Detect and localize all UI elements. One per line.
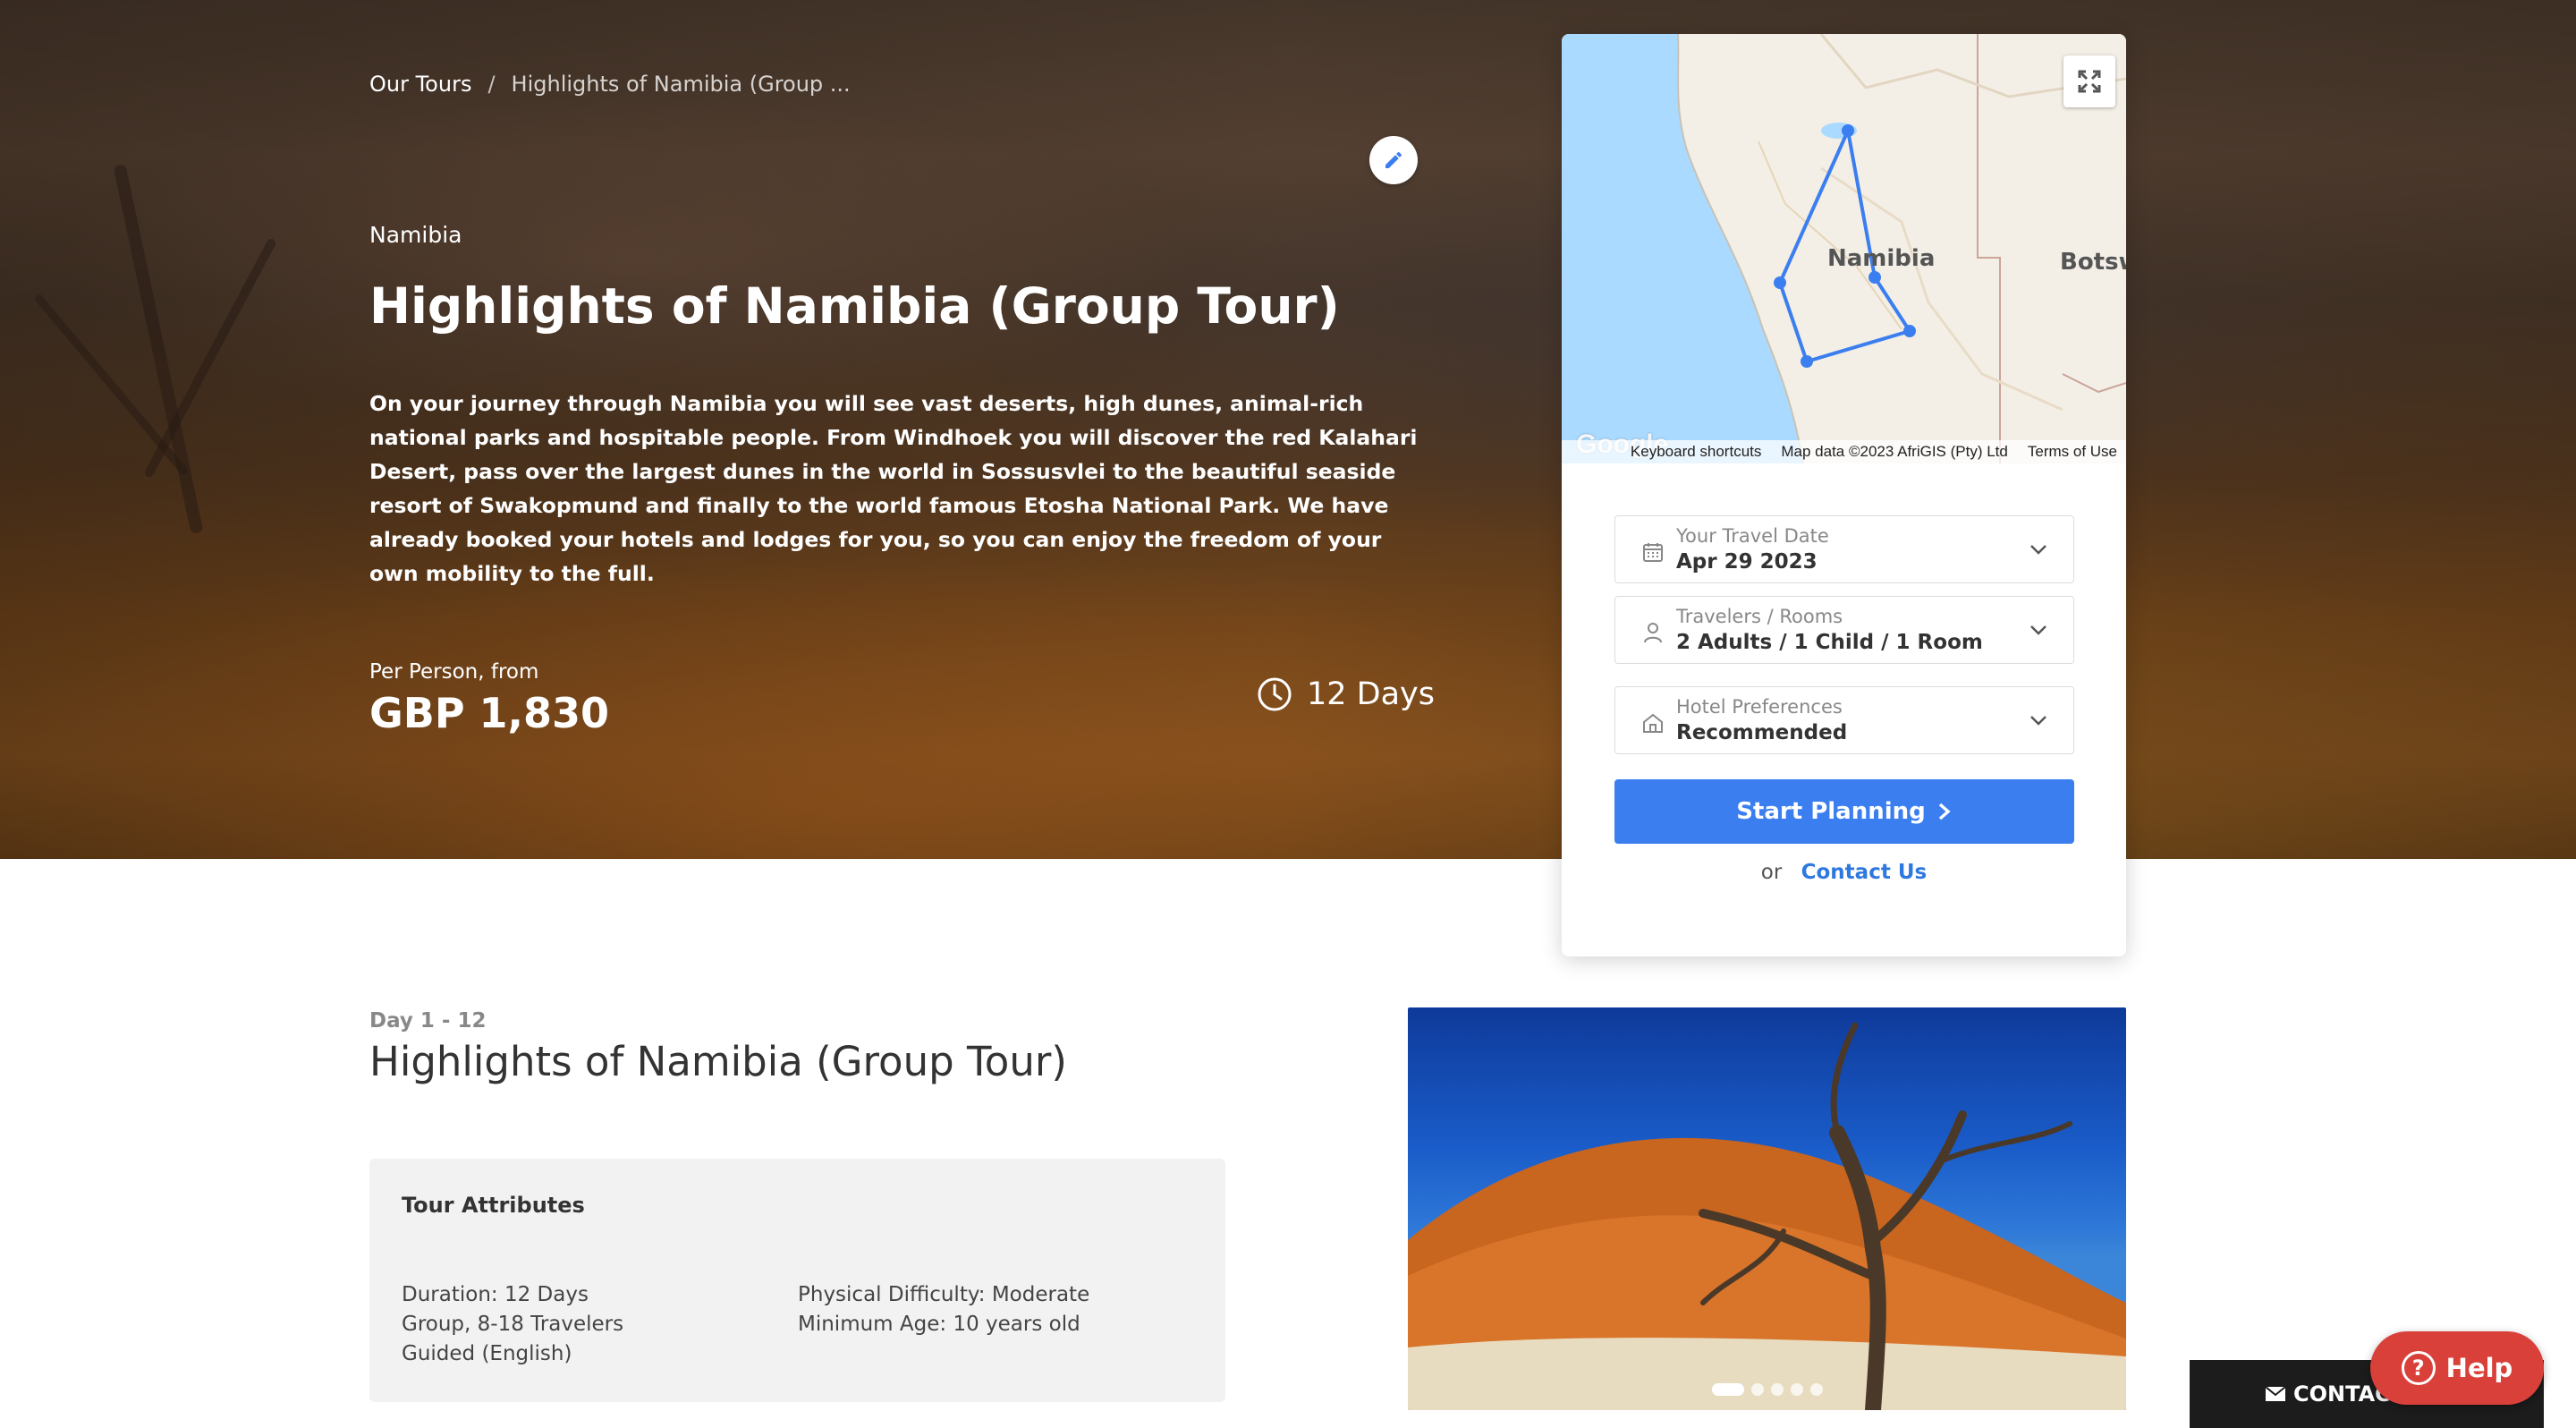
tour-attributes-panel: Tour Attributes Duration: 12 Days Group,… bbox=[369, 1159, 1225, 1402]
attribute-guided: Guided (English) bbox=[402, 1342, 572, 1365]
pencil-icon bbox=[1385, 151, 1402, 168]
contact-row: or Contact Us bbox=[1562, 861, 2126, 884]
map-data-attribution: Map data ©2023 AfriGIS (Pty) Ltd bbox=[1781, 443, 2008, 460]
carousel-dot[interactable] bbox=[1712, 1383, 1744, 1396]
desert-tree-image bbox=[1408, 1022, 2126, 1410]
map-terms-link[interactable]: Terms of Use bbox=[2028, 443, 2117, 461]
attributes-right-column: Physical Difficulty: Moderate Minimum Ag… bbox=[798, 1280, 1089, 1339]
travel-date-label: Your Travel Date bbox=[1676, 525, 1829, 547]
booking-card: Namibia Botsw Google Keyboard shortcuts … bbox=[1562, 34, 2126, 956]
route-map[interactable]: Namibia Botsw Google Keyboard shortcuts … bbox=[1562, 34, 2126, 463]
travelers-value: 2 Adults / 1 Child / 1 Room bbox=[1676, 631, 1983, 654]
tour-region: Namibia bbox=[369, 222, 462, 248]
tour-attributes-title: Tour Attributes bbox=[402, 1193, 585, 1218]
start-planning-button[interactable]: Start Planning bbox=[1614, 779, 2074, 844]
attribute-group-size: Group, 8-18 Travelers bbox=[402, 1313, 624, 1336]
carousel-dot[interactable] bbox=[1771, 1383, 1784, 1396]
carousel-dot[interactable] bbox=[1810, 1383, 1823, 1396]
travelers-label: Travelers / Rooms bbox=[1676, 606, 1843, 627]
or-text: or bbox=[1760, 861, 1783, 884]
hero-banner: Our Tours / Highlights of Namibia (Group… bbox=[0, 0, 2576, 859]
mail-icon bbox=[2265, 1386, 2286, 1401]
hotel-preferences-label: Hotel Preferences bbox=[1676, 696, 1843, 718]
itinerary-title: Highlights of Namibia (Group Tour) bbox=[369, 1038, 1067, 1085]
map-keyboard-shortcuts[interactable]: Keyboard shortcuts bbox=[1631, 443, 1761, 461]
contact-us-link[interactable]: Contact Us bbox=[1801, 861, 1928, 884]
calendar-icon bbox=[1643, 543, 1663, 562]
start-planning-label: Start Planning bbox=[1736, 798, 1926, 825]
edit-button[interactable] bbox=[1369, 136, 1418, 184]
price-label: Per Person, from bbox=[369, 660, 539, 684]
expand-icon bbox=[2078, 70, 2101, 93]
carousel-dots bbox=[1712, 1383, 1823, 1396]
attribute-difficulty: Physical Difficulty: Moderate bbox=[798, 1283, 1090, 1306]
chevron-down-icon bbox=[2030, 716, 2046, 726]
price-value: GBP 1,830 bbox=[369, 689, 610, 737]
map-footer: Keyboard shortcuts Map data ©2023 AfriGI… bbox=[1562, 440, 2126, 463]
day-range: Day 1 - 12 bbox=[369, 1009, 487, 1033]
travel-date-select[interactable]: Your Travel Date Apr 29 2023 bbox=[1614, 515, 2074, 583]
breadcrumb-current: Highlights of Namibia (Group ... bbox=[511, 72, 851, 97]
carousel-dot[interactable] bbox=[1751, 1383, 1764, 1396]
help-button-label: Help bbox=[2445, 1353, 2513, 1383]
breadcrumb: Our Tours / Highlights of Namibia (Group… bbox=[369, 72, 851, 97]
breadcrumb-our-tours[interactable]: Our Tours bbox=[369, 72, 471, 97]
page-title: Highlights of Namibia (Group Tour) bbox=[369, 277, 1340, 335]
tour-description: On your journey through Namibia you will… bbox=[369, 391, 1418, 586]
hotel-icon bbox=[1643, 713, 1663, 733]
attribute-duration: Duration: 12 Days bbox=[402, 1283, 589, 1306]
attribute-minimum-age: Minimum Age: 10 years old bbox=[798, 1313, 1080, 1336]
hotel-preferences-select[interactable]: Hotel Preferences Recommended bbox=[1614, 686, 2074, 754]
hotel-preferences-value: Recommended bbox=[1676, 721, 1848, 744]
attributes-left-column: Duration: 12 Days Group, 8-18 Travelers … bbox=[402, 1280, 623, 1369]
clock-icon bbox=[1258, 677, 1292, 711]
chevron-down-icon bbox=[2030, 545, 2046, 555]
travelers-select[interactable]: Travelers / Rooms 2 Adults / 1 Child / 1… bbox=[1614, 596, 2074, 664]
map-country-label: Namibia bbox=[1827, 245, 1936, 272]
question-icon: ? bbox=[2401, 1351, 2436, 1385]
breadcrumb-separator: / bbox=[487, 72, 496, 97]
map-fullscreen-button[interactable] bbox=[2063, 55, 2115, 107]
tour-photo-carousel[interactable] bbox=[1408, 1007, 2126, 1410]
duration-text: 12 Days bbox=[1307, 676, 1436, 712]
help-button[interactable]: ? Help bbox=[2370, 1331, 2544, 1405]
travel-date-value: Apr 29 2023 bbox=[1676, 550, 1818, 574]
chevron-right-icon bbox=[1938, 803, 1951, 820]
map-neighbor-label: Botsw bbox=[2060, 249, 2126, 276]
chevron-down-icon bbox=[2030, 625, 2046, 635]
carousel-dot[interactable] bbox=[1791, 1383, 1803, 1396]
person-icon bbox=[1644, 623, 1662, 643]
duration: 12 Days bbox=[1257, 676, 1435, 712]
